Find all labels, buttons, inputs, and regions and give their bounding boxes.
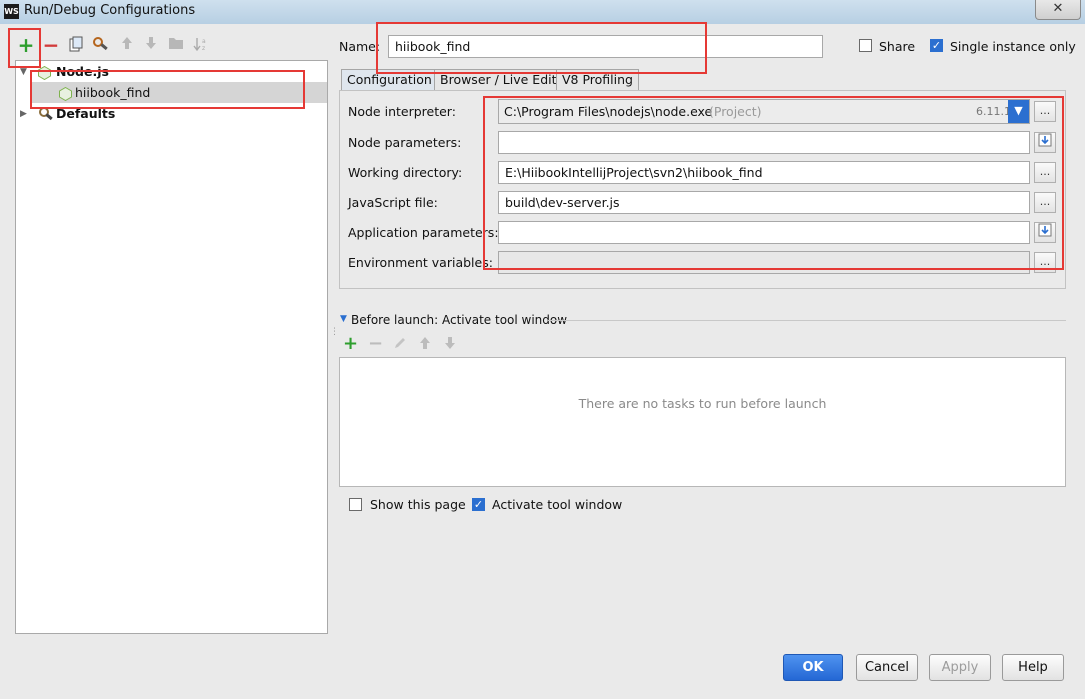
environment-variables-label: Environment variables:: [348, 255, 493, 270]
node-interpreter-scope: (Project): [709, 104, 762, 119]
node-parameters-input[interactable]: [498, 131, 1030, 154]
apply-button[interactable]: Apply: [929, 654, 991, 681]
node-version: 6.11.1: [976, 105, 1011, 118]
expanded-arrow-icon[interactable]: ▼: [20, 62, 27, 83]
add-icon[interactable]: +: [17, 35, 35, 55]
working-directory-label: Working directory:: [348, 165, 463, 180]
chevron-down-icon[interactable]: ▼: [1008, 100, 1029, 123]
edit-defaults-icon[interactable]: [92, 36, 110, 54]
javascript-file-input[interactable]: [498, 191, 1030, 214]
move-task-down-icon: [444, 336, 456, 353]
name-input[interactable]: [388, 35, 823, 58]
configuration-tree[interactable]: ▼ Node.js hiibook_find ▶ Defaults: [15, 60, 328, 634]
share-label: Share: [879, 39, 916, 54]
application-parameters-label: Application parameters:: [348, 225, 499, 240]
node-parameters-label: Node parameters:: [348, 135, 462, 150]
add-task-icon[interactable]: +: [343, 333, 358, 354]
remove-icon[interactable]: −: [42, 35, 60, 55]
show-this-page-checkbox[interactable]: [349, 498, 362, 511]
tab-browser-live-edit[interactable]: Browser / Live Edit: [434, 69, 563, 90]
javascript-file-browse-button[interactable]: ...: [1034, 192, 1056, 213]
environment-variables-browse-button[interactable]: ...: [1034, 252, 1056, 273]
share-checkbox[interactable]: [859, 39, 872, 52]
node-interpreter-browse-button[interactable]: ...: [1034, 101, 1056, 122]
tree-group-label: Defaults: [56, 106, 116, 121]
activate-tool-window-checkbox[interactable]: ✓: [472, 498, 485, 511]
copy-icon[interactable]: [67, 36, 85, 54]
single-instance-label: Single instance only: [950, 39, 1076, 54]
expand-icon[interactable]: [1034, 222, 1056, 243]
close-button[interactable]: ✕: [1035, 0, 1081, 20]
single-instance-checkbox[interactable]: ✓: [930, 39, 943, 52]
node-interpreter-value: C:\Program Files\nodejs\node.exe: [504, 104, 713, 119]
node-interpreter-select[interactable]: C:\Program Files\nodejs\node.exe (Projec…: [498, 99, 1030, 124]
tab-v8-profiling[interactable]: V8 Profiling: [556, 69, 639, 90]
working-directory-browse-button[interactable]: ...: [1034, 162, 1056, 183]
defaults-icon: [38, 106, 54, 127]
svg-text:z: z: [202, 45, 205, 52]
section-divider: [548, 320, 1066, 321]
window-title: Run/Debug Configurations: [24, 3, 196, 18]
empty-tasks-text: There are no tasks to run before launch: [578, 396, 827, 411]
ok-button[interactable]: OK: [783, 654, 843, 681]
working-directory-input[interactable]: [498, 161, 1030, 184]
sort-icon: az: [192, 36, 210, 54]
remove-task-icon: −: [368, 333, 384, 354]
tree-group-defaults[interactable]: ▶ Defaults: [16, 103, 327, 124]
folder-icon: [167, 36, 185, 54]
help-button[interactable]: Help: [1002, 654, 1064, 681]
edit-task-icon: [393, 336, 407, 353]
javascript-file-label: JavaScript file:: [348, 195, 438, 210]
run-debug-dialog: WS Run/Debug Configurations ✕ + − az ▼ N…: [0, 0, 1085, 699]
node-interpreter-label: Node interpreter:: [348, 104, 456, 119]
before-launch-task-list[interactable]: There are no tasks to run before launch: [339, 357, 1066, 487]
collapsed-arrow-icon[interactable]: ▶: [20, 104, 27, 125]
move-up-icon: [118, 36, 136, 54]
tree-group-nodejs[interactable]: ▼ Node.js: [16, 61, 327, 82]
show-this-page-label: Show this page: [370, 497, 466, 512]
expand-icon[interactable]: [1034, 132, 1056, 153]
svg-text:a: a: [202, 38, 206, 45]
cancel-button[interactable]: Cancel: [856, 654, 918, 681]
activate-tool-window-label: Activate tool window: [492, 497, 623, 512]
tree-item-hiibook-find[interactable]: hiibook_find: [31, 82, 327, 103]
move-down-icon: [142, 36, 160, 54]
tree-group-label: Node.js: [56, 64, 109, 79]
splitter-handle[interactable]: ⋮: [330, 327, 339, 345]
move-task-up-icon: [419, 336, 431, 353]
name-label: Name:: [339, 39, 381, 54]
webstorm-logo-icon: WS: [4, 4, 19, 19]
before-launch-title: Before launch: Activate tool window: [351, 313, 568, 327]
application-parameters-input[interactable]: [498, 221, 1030, 244]
collapse-arrow-icon[interactable]: ▼: [340, 314, 347, 324]
tab-configuration[interactable]: Configuration: [341, 69, 438, 90]
tree-item-label: hiibook_find: [75, 85, 151, 100]
title-bar: WS Run/Debug Configurations ✕: [0, 0, 1085, 24]
environment-variables-input[interactable]: [498, 251, 1030, 274]
